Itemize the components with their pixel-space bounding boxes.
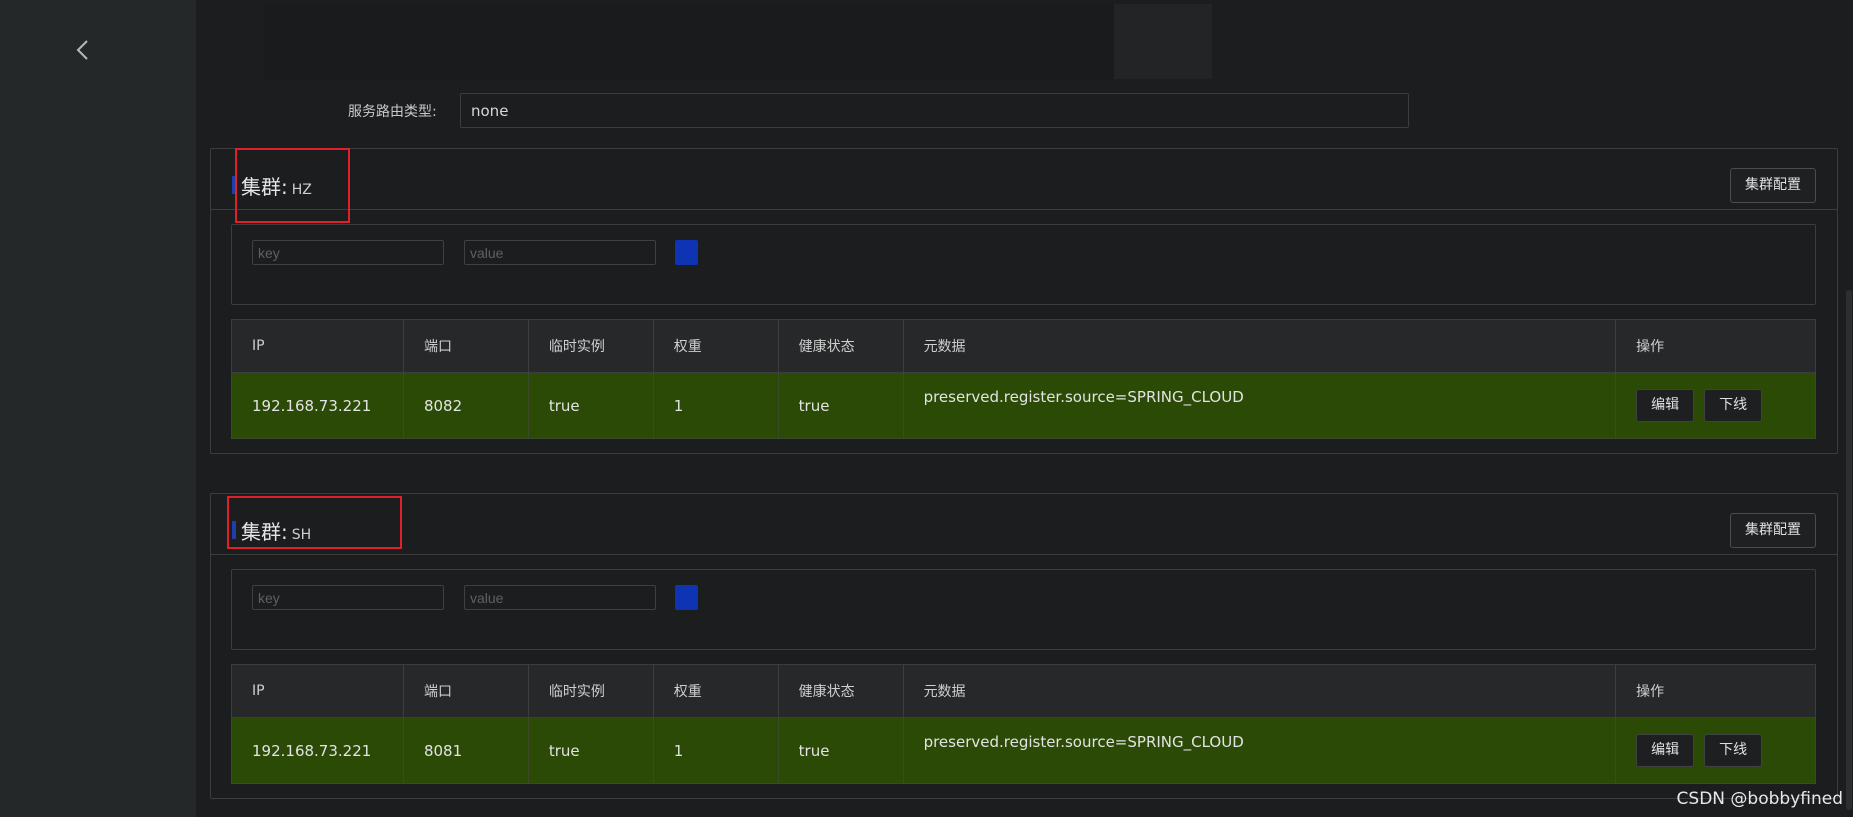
- cell-weight: 1: [652, 717, 779, 784]
- cell-actions: 编辑 下线: [1615, 717, 1816, 784]
- col-header-ip: IP: [231, 319, 404, 373]
- annotation-highlight-box-sh: [227, 496, 402, 549]
- col-header-weight: 权重: [652, 664, 779, 718]
- code-editor-gutter: [1114, 4, 1212, 79]
- route-type-label: 服务路由类型:: [348, 104, 437, 120]
- col-header-actions: 操作: [1615, 319, 1816, 373]
- col-header-port: 端口: [402, 319, 529, 373]
- filter-key-input[interactable]: [252, 240, 444, 265]
- table-row: 192.168.73.221 8082 true 1 true preserve…: [231, 372, 1816, 439]
- cell-ephemeral: true: [527, 717, 654, 784]
- sidebar: [0, 0, 196, 817]
- col-header-ephemeral: 临时实例: [527, 664, 654, 718]
- col-header-metadata: 元数据: [902, 319, 1617, 373]
- filter-key-input[interactable]: [252, 585, 444, 610]
- annotation-highlight-box-hz: [235, 148, 350, 223]
- col-header-ephemeral: 临时实例: [527, 319, 654, 373]
- cell-ip: 192.168.73.221: [231, 717, 404, 784]
- cluster-header: 集群: SH 集群配置: [211, 494, 1837, 555]
- edit-button[interactable]: 编辑: [1636, 734, 1695, 767]
- col-header-health: 健康状态: [777, 319, 904, 373]
- table-row: 192.168.73.221 8081 true 1 true preserve…: [231, 717, 1816, 784]
- table-header-row: IP 端口 临时实例 权重 健康状态 元数据 操作: [231, 664, 1816, 718]
- route-type-input[interactable]: [460, 93, 1409, 128]
- cell-healthy: true: [777, 372, 904, 439]
- cell-metadata: preserved.register.source=SPRING_CLOUD: [902, 717, 1617, 784]
- cell-port: 8081: [402, 717, 529, 784]
- cell-weight: 1: [652, 372, 779, 439]
- cell-actions: 编辑 下线: [1615, 372, 1816, 439]
- filter-search-button[interactable]: [675, 585, 698, 610]
- cell-metadata: preserved.register.source=SPRING_CLOUD: [902, 372, 1617, 439]
- scrollbar[interactable]: [1844, 0, 1853, 817]
- metadata-filter: [231, 569, 1816, 650]
- filter-value-input[interactable]: [464, 585, 656, 610]
- cluster-panel-sh: 集群:SH 集群配置 IP 端口 临时实例 权重 健康状态 元数据 操作 192…: [210, 493, 1838, 799]
- offline-button[interactable]: 下线: [1704, 734, 1763, 767]
- cell-ephemeral: true: [527, 372, 654, 439]
- metadata-filter: [231, 224, 1816, 305]
- edit-button[interactable]: 编辑: [1636, 389, 1695, 422]
- cluster-config-button[interactable]: 集群配置: [1730, 168, 1816, 203]
- instance-table: IP 端口 临时实例 权重 健康状态 元数据 操作 192.168.73.221…: [231, 319, 1816, 439]
- filter-search-button[interactable]: [675, 240, 698, 265]
- cluster-config-button[interactable]: 集群配置: [1730, 513, 1816, 548]
- watermark: CSDN @bobbyfined: [1676, 789, 1843, 809]
- cluster-panel-hz: 集群:HZ 集群配置 IP 端口 临时实例 权重 健康状态 元数据 操作 192…: [210, 148, 1838, 454]
- cell-healthy: true: [777, 717, 904, 784]
- instance-table: IP 端口 临时实例 权重 健康状态 元数据 操作 192.168.73.221…: [231, 664, 1816, 784]
- col-header-health: 健康状态: [777, 664, 904, 718]
- back-chevron-left-icon[interactable]: [70, 36, 98, 64]
- col-header-metadata: 元数据: [902, 664, 1617, 718]
- cell-ip: 192.168.73.221: [231, 372, 404, 439]
- col-header-port: 端口: [402, 664, 529, 718]
- cell-port: 8082: [402, 372, 529, 439]
- col-header-actions: 操作: [1615, 664, 1816, 718]
- scrollbar-thumb[interactable]: [1846, 290, 1852, 810]
- col-header-weight: 权重: [652, 319, 779, 373]
- metadata-code-editor[interactable]: [264, 4, 1212, 79]
- cluster-header: 集群: HZ 集群配置: [211, 149, 1837, 210]
- col-header-ip: IP: [231, 664, 404, 718]
- offline-button[interactable]: 下线: [1704, 389, 1763, 422]
- table-header-row: IP 端口 临时实例 权重 健康状态 元数据 操作: [231, 319, 1816, 373]
- filter-value-input[interactable]: [464, 240, 656, 265]
